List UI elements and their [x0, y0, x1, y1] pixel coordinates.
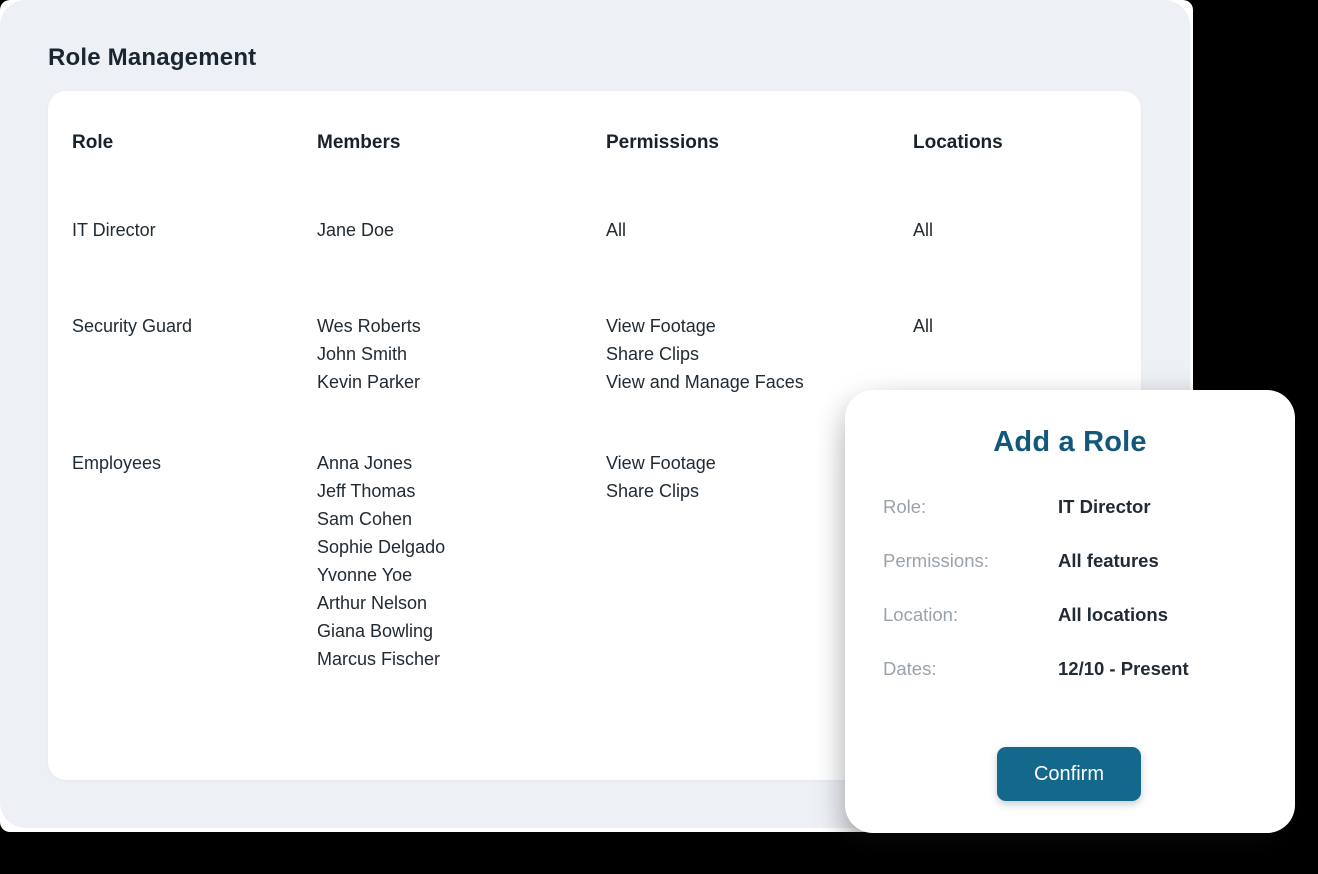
dates-field: Dates: 12/10 - Present	[883, 658, 1265, 680]
confirm-button[interactable]: Confirm	[997, 747, 1141, 801]
locations-cell: All	[913, 216, 1113, 244]
dialog-title: Add a Role	[845, 426, 1295, 459]
members-cell: Wes RobertsJohn SmithKevin Parker	[317, 312, 601, 396]
list-item: Yvonne Yoe	[317, 561, 601, 589]
role-field-label: Role:	[883, 496, 1058, 518]
location-field-value[interactable]: All locations	[1058, 604, 1168, 626]
list-item: All	[913, 312, 1113, 340]
members-cell: Anna JonesJeff ThomasSam CohenSophie Del…	[317, 449, 601, 673]
list-item: Sam Cohen	[317, 505, 601, 533]
column-header-locations: Locations	[913, 131, 1113, 155]
list-item: Marcus Fischer	[317, 645, 601, 673]
add-role-dialog: Add a Role Role: IT Director Permissions…	[845, 390, 1295, 833]
column-header-permissions: Permissions	[606, 131, 906, 155]
list-item: Giana Bowling	[317, 617, 601, 645]
list-item: Sophie Delgado	[317, 533, 601, 561]
permissions-cell: View FootageShare ClipsView and Manage F…	[606, 312, 906, 396]
page-title: Role Management	[48, 44, 256, 72]
list-item: Anna Jones	[317, 449, 601, 477]
column-header-role: Role	[72, 131, 312, 155]
members-cell: Jane Doe	[317, 216, 601, 244]
permissions-cell: All	[606, 216, 906, 244]
list-item: All	[606, 216, 906, 244]
list-item: Jane Doe	[317, 216, 601, 244]
list-item: View Footage	[606, 312, 906, 340]
list-item: All	[913, 216, 1113, 244]
permissions-field-label: Permissions:	[883, 550, 1058, 572]
permissions-field-value[interactable]: All features	[1058, 550, 1159, 572]
locations-cell: All	[913, 312, 1113, 340]
role-cell: Security Guard	[72, 312, 312, 340]
list-item: Wes Roberts	[317, 312, 601, 340]
list-item: Arthur Nelson	[317, 589, 601, 617]
role-cell: Employees	[72, 449, 312, 477]
dates-field-value[interactable]: 12/10 - Present	[1058, 658, 1189, 680]
location-field: Location: All locations	[883, 604, 1265, 626]
list-item: Jeff Thomas	[317, 477, 601, 505]
role-field-value[interactable]: IT Director	[1058, 496, 1151, 518]
list-item: Kevin Parker	[317, 368, 601, 396]
list-item: John Smith	[317, 340, 601, 368]
list-item: Share Clips	[606, 340, 906, 368]
role-cell: IT Director	[72, 216, 312, 244]
location-field-label: Location:	[883, 604, 1058, 626]
permissions-field: Permissions: All features	[883, 550, 1265, 572]
role-field: Role: IT Director	[883, 496, 1265, 518]
column-header-members: Members	[317, 131, 601, 155]
dates-field-label: Dates:	[883, 658, 1058, 680]
